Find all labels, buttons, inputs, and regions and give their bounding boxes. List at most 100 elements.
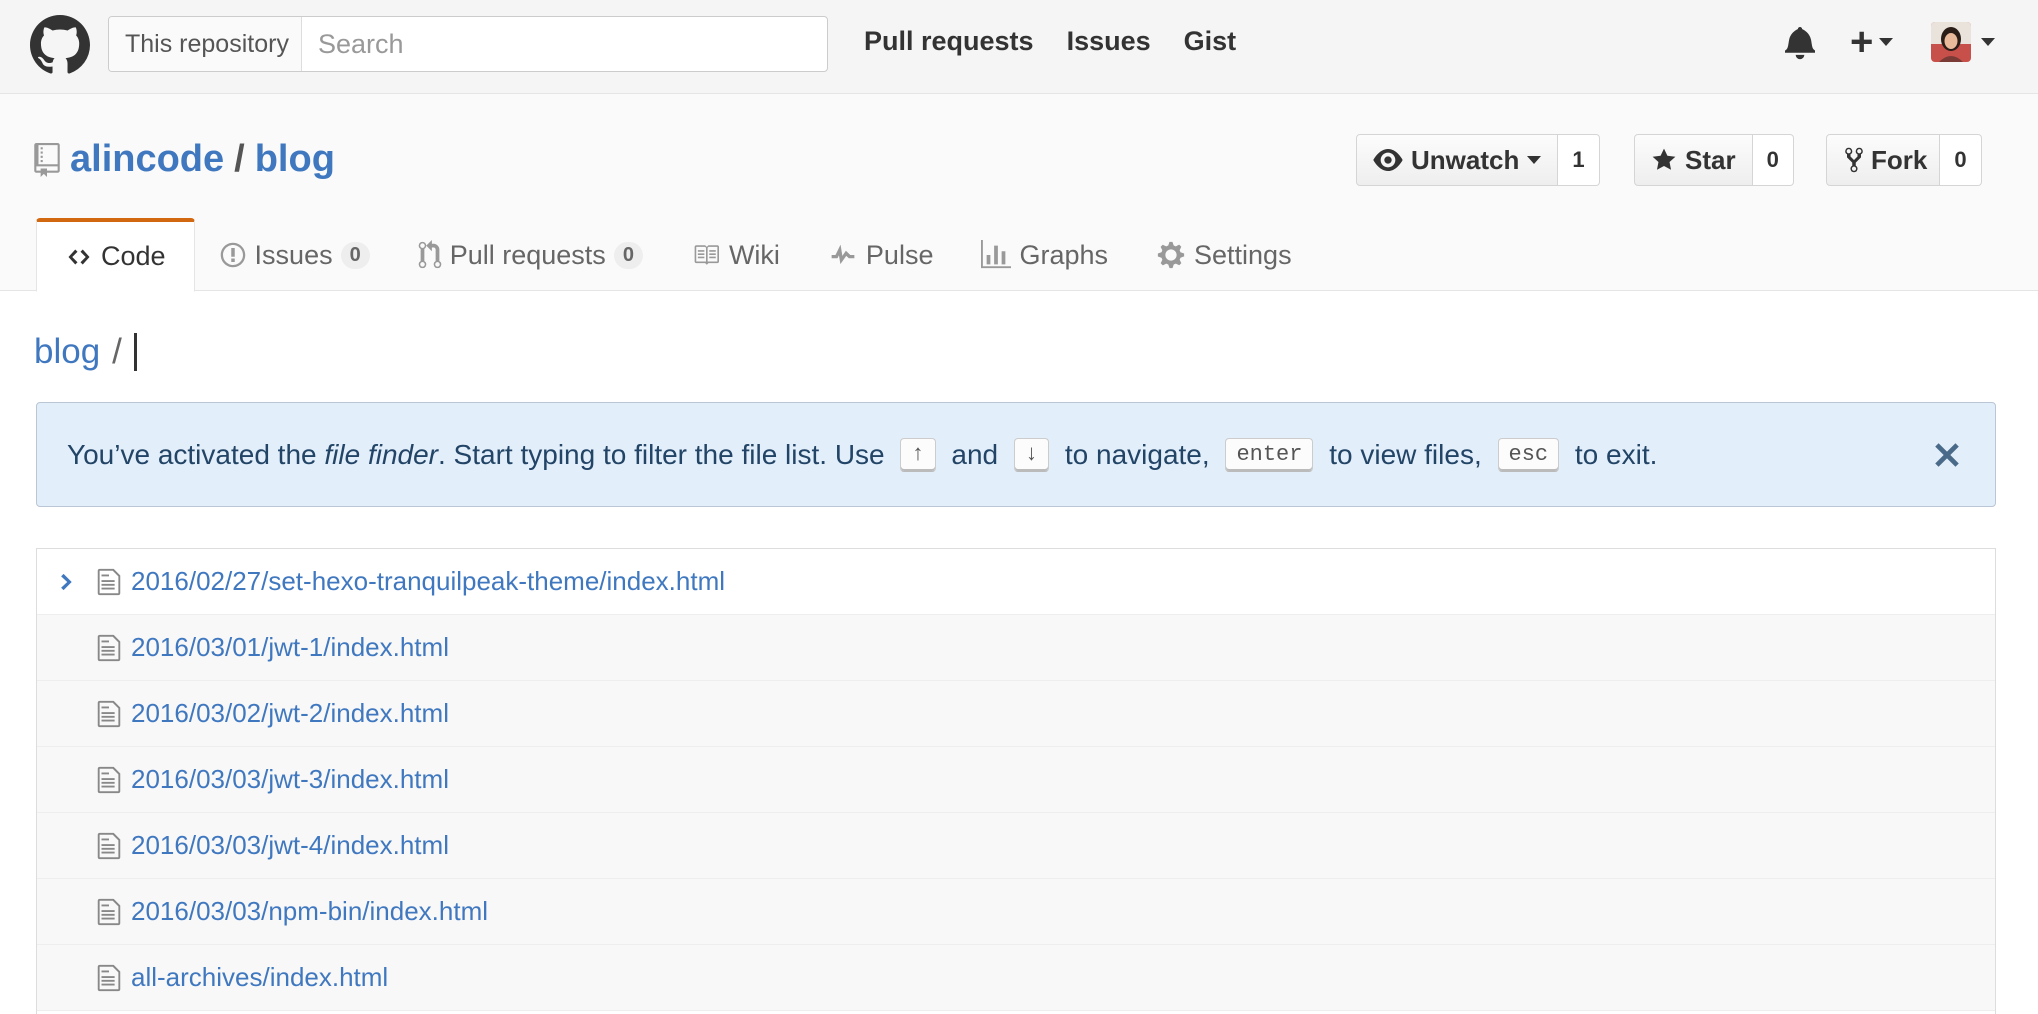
gear-icon — [1157, 241, 1185, 269]
tab-pulse[interactable]: Pulse — [804, 218, 958, 292]
git-pull-request-icon — [418, 240, 441, 269]
tab-wiki[interactable]: Wiki — [667, 218, 804, 292]
tab-pulse-label: Pulse — [865, 239, 934, 270]
notice-text: and — [943, 438, 1006, 470]
file-finder-notice: You’ve activated the file finder. Start … — [36, 402, 1996, 507]
book-icon — [694, 245, 719, 265]
notice-text: to navigate, — [1057, 438, 1218, 470]
file-link[interactable]: 2016/03/02/jwt-2/index.html — [131, 698, 449, 729]
file-row[interactable]: 2016/03/03/npm-bin/index.html — [37, 879, 1995, 945]
repo-header: alincode / blog Unwatch 1 Star 0 Fork 0 … — [0, 94, 2038, 292]
file-text-icon — [97, 568, 121, 596]
file-text-icon — [97, 964, 121, 992]
file-row[interactable]: 2016/03/03/jwt-3/index.html — [37, 747, 1995, 813]
breadcrumb-separator: / — [112, 332, 122, 371]
kbd-enter: enter — [1225, 437, 1314, 472]
pulse-icon — [831, 244, 855, 265]
file-row[interactable]: all-archives/index.html — [37, 945, 1995, 1011]
tab-pull-requests[interactable]: Pull requests 0 — [394, 218, 667, 292]
unwatch-label: Unwatch — [1411, 144, 1520, 175]
chevron-down-icon — [1981, 38, 1995, 46]
file-row[interactable]: 2016/03/02/jwt-2/index.html — [37, 681, 1995, 747]
repo-forked-icon — [1845, 147, 1863, 173]
user-avatar — [1931, 22, 1971, 62]
file-text-icon — [97, 832, 121, 860]
breadcrumb-repo-link[interactable]: blog — [34, 332, 100, 372]
file-link[interactable]: 2016/03/03/jwt-4/index.html — [131, 830, 449, 861]
star-action: Star 0 — [1634, 134, 1794, 186]
file-row[interactable]: 2016/02/27/set-hexo-tranquilpeak-theme/i… — [37, 549, 1995, 615]
repo-title: alincode / blog — [34, 138, 335, 181]
unwatch-button[interactable]: Unwatch — [1356, 134, 1559, 186]
kbd-up: ↑ — [900, 437, 936, 472]
bell-icon[interactable] — [1785, 24, 1815, 60]
fork-button[interactable]: Fork — [1826, 134, 1941, 186]
file-link[interactable]: 2016/03/01/jwt-1/index.html — [131, 632, 449, 663]
create-new-menu[interactable]: + — [1850, 20, 1894, 64]
star-button[interactable]: Star — [1634, 134, 1753, 186]
file-row[interactable]: 2016/03/03/jwt-4/index.html — [37, 813, 1995, 879]
search-box: This repository — [108, 16, 828, 72]
github-octocat-icon[interactable] — [30, 15, 90, 75]
file-text-icon — [97, 700, 121, 728]
eye-icon — [1373, 149, 1403, 171]
tab-wiki-label: Wiki — [728, 239, 780, 270]
notice-text: to exit. — [1567, 438, 1658, 470]
tab-pull-requests-label: Pull requests — [449, 239, 606, 270]
tab-graphs-label: Graphs — [1019, 239, 1109, 270]
tab-settings[interactable]: Settings — [1132, 218, 1316, 292]
file-finder-results: 2016/02/27/set-hexo-tranquilpeak-theme/i… — [36, 548, 1996, 1014]
issues-counter: 0 — [340, 241, 370, 269]
notice-text: You’ve activated the — [67, 438, 325, 470]
file-link[interactable]: 2016/03/03/jwt-3/index.html — [131, 764, 449, 795]
tab-issues[interactable]: Issues 0 — [195, 218, 394, 292]
repo-name-link[interactable]: blog — [255, 138, 335, 181]
watch-action: Unwatch 1 — [1356, 134, 1600, 186]
notice-emphasis: file finder — [324, 438, 438, 470]
stargazers-count[interactable]: 0 — [1752, 134, 1794, 186]
breadcrumb: blog / — [34, 332, 137, 372]
forks-count[interactable]: 0 — [1940, 134, 1982, 186]
kbd-down: ↓ — [1013, 437, 1050, 472]
file-finder-input[interactable] — [133, 333, 137, 371]
chevron-right-icon — [61, 573, 72, 591]
notice-text: . Start typing to filter the file list. … — [438, 438, 893, 470]
repo-icon — [34, 142, 60, 177]
fork-label: Fork — [1871, 144, 1928, 175]
star-icon — [1652, 148, 1676, 170]
watchers-count[interactable]: 1 — [1558, 134, 1600, 186]
search-scope-label[interactable]: This repository — [109, 17, 302, 71]
kbd-esc: esc — [1497, 437, 1560, 472]
file-link[interactable]: 2016/03/03/npm-bin/index.html — [131, 896, 488, 927]
file-text-icon — [97, 634, 121, 662]
chevron-down-icon — [1527, 156, 1542, 164]
user-menu[interactable] — [1931, 22, 1995, 62]
search-input[interactable] — [302, 17, 827, 71]
issue-opened-icon — [220, 242, 245, 268]
repo-owner-link[interactable]: alincode — [70, 138, 224, 181]
repo-nav: Code Issues 0 Pull requests 0 Wiki Pulse… — [36, 218, 1316, 292]
file-link[interactable]: 2016/02/27/set-hexo-tranquilpeak-theme/i… — [131, 566, 725, 597]
tab-settings-label: Settings — [1194, 239, 1292, 270]
star-label: Star — [1685, 144, 1736, 175]
chevron-down-icon — [1879, 38, 1894, 46]
header-nav: Pull requests Issues Gist — [864, 26, 1236, 57]
file-text-icon — [97, 898, 121, 926]
file-link[interactable]: all-archives/index.html — [131, 962, 388, 993]
tab-code[interactable]: Code — [36, 218, 195, 292]
repo-path-separator: / — [234, 138, 245, 180]
site-header: This repository Pull requests Issues Gis… — [0, 0, 2038, 94]
header-nav-pull-requests[interactable]: Pull requests — [864, 26, 1034, 57]
header-nav-issues[interactable]: Issues — [1067, 26, 1151, 57]
tab-graphs[interactable]: Graphs — [957, 218, 1132, 292]
file-text-icon — [97, 766, 121, 794]
file-row[interactable]: 2016/03/01/jwt-1/index.html — [37, 615, 1995, 681]
fork-action: Fork 0 — [1826, 134, 1982, 186]
x-icon[interactable] — [1929, 437, 1965, 473]
header-nav-gist[interactable]: Gist — [1184, 26, 1237, 57]
tab-issues-label: Issues — [254, 239, 333, 270]
pull-requests-counter: 0 — [613, 241, 643, 269]
tab-code-label: Code — [101, 241, 166, 271]
notice-text: to view files, — [1321, 438, 1490, 470]
plus-icon: + — [1850, 20, 1874, 64]
